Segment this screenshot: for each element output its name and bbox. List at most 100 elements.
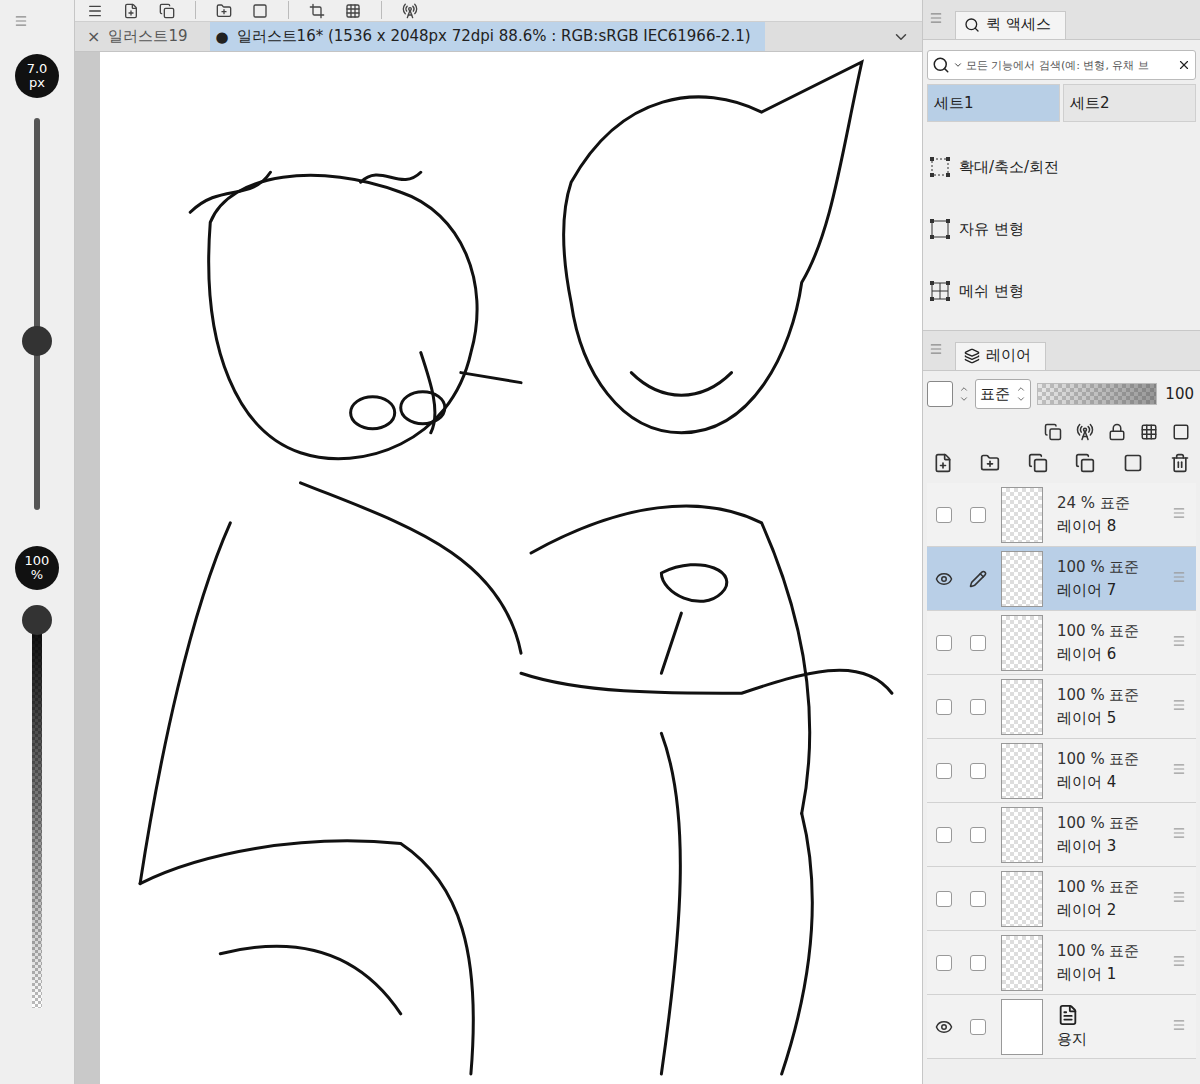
broadcast-icon[interactable] [402, 3, 418, 19]
visibility-box[interactable] [936, 507, 952, 523]
edit-box[interactable] [970, 891, 986, 907]
reference-icon[interactable] [1076, 423, 1094, 441]
layer-thumbnail [1001, 743, 1043, 799]
clip-icon[interactable] [1044, 423, 1062, 441]
merge-icon[interactable] [1075, 453, 1095, 473]
opacity-slider[interactable] [32, 608, 42, 1008]
blend-mode-select[interactable]: 표준 [975, 379, 1031, 409]
menu-icon[interactable] [14, 14, 28, 28]
chevron-down-icon[interactable] [953, 60, 963, 70]
layer-name: 레이어 6 [1057, 645, 1172, 664]
layer-row[interactable]: 용지 [927, 995, 1196, 1059]
set-tab[interactable]: 세트1 [927, 84, 1060, 122]
open-icon[interactable] [216, 3, 232, 19]
eye-icon[interactable] [935, 570, 953, 588]
trash-icon[interactable] [1170, 453, 1190, 473]
down-icon[interactable] [959, 394, 969, 404]
search-placeholder: 모든 기능에서 검색(예: 변형, 유채 브 [966, 58, 1174, 73]
visibility-box[interactable] [936, 763, 952, 779]
quick-access-tab[interactable]: 퀵 액세스 [955, 11, 1066, 39]
menu-icon[interactable] [87, 3, 103, 19]
brush-size-value[interactable]: 7.0px [15, 54, 59, 98]
layer-tab[interactable]: 레이어 [955, 342, 1046, 370]
drag-handle-icon[interactable] [1172, 762, 1186, 776]
drag-handle-icon[interactable] [1172, 1018, 1186, 1032]
document-tab[interactable]: × 일러스트19 [81, 22, 202, 51]
edit-box[interactable] [970, 507, 986, 523]
layer-row[interactable]: 100 % 표준레이어 6 [927, 611, 1196, 675]
lock-icon[interactable] [1108, 423, 1126, 441]
tab-close[interactable]: × [87, 27, 100, 46]
save-icon[interactable] [252, 3, 268, 19]
opacity-value[interactable]: 100% [15, 546, 59, 590]
drag-handle-icon[interactable] [1172, 698, 1186, 712]
drag-handle-icon[interactable] [1172, 570, 1186, 584]
layer-row[interactable]: 100 % 표준레이어 2 [927, 867, 1196, 931]
eye-icon[interactable] [935, 1018, 953, 1036]
layer-row[interactable]: 100 % 표준레이어 4 [927, 739, 1196, 803]
drag-handle-icon[interactable] [1172, 826, 1186, 840]
clear-icon[interactable] [1177, 58, 1191, 72]
canvas[interactable] [100, 52, 922, 1084]
layer-mask-icon[interactable] [1123, 453, 1143, 473]
edit-box[interactable] [970, 1019, 986, 1035]
drag-handle-icon[interactable] [1172, 890, 1186, 904]
slider-knob[interactable] [22, 605, 52, 635]
visibility-box[interactable] [936, 827, 952, 843]
mask-icon[interactable] [1172, 423, 1190, 441]
layer-name: 레이어 5 [1057, 709, 1172, 728]
lock-transparency-icon[interactable] [1140, 423, 1158, 441]
set-tabs: 세트1세트2 [923, 84, 1200, 122]
layer-opacity-value[interactable]: 100 [1163, 385, 1196, 403]
new-layer-icon[interactable] [933, 453, 953, 473]
drag-handle-icon[interactable] [1172, 634, 1186, 648]
transform-icon [929, 218, 951, 240]
crop-icon[interactable] [309, 3, 325, 19]
visibility-box[interactable] [936, 891, 952, 907]
layer-row[interactable]: 24 % 표준레이어 8 [927, 483, 1196, 547]
up-icon[interactable] [959, 384, 969, 394]
pencil-icon [969, 570, 987, 588]
layer-row[interactable]: 100 % 표준레이어 5 [927, 675, 1196, 739]
set-tab[interactable]: 세트2 [1063, 84, 1196, 122]
quick-access-item[interactable]: 자유 변형 [929, 198, 1200, 260]
tab-menu[interactable] [892, 22, 922, 51]
drag-handle-icon[interactable] [1172, 954, 1186, 968]
layer-row[interactable]: 100 % 표준레이어 3 [927, 803, 1196, 867]
grid-icon[interactable] [345, 3, 361, 19]
quick-access-item[interactable]: 메쉬 변형 [929, 260, 1200, 322]
visibility-box[interactable] [936, 635, 952, 651]
menu-icon[interactable] [929, 342, 943, 356]
layer-name: 레이어 4 [1057, 773, 1172, 792]
search-field[interactable]: 모든 기능에서 검색(예: 변형, 유채 브 [927, 50, 1196, 80]
edit-box[interactable] [970, 827, 986, 843]
quick-access-item[interactable]: 확대/축소/회전 [929, 136, 1200, 198]
edit-box[interactable] [970, 955, 986, 971]
layer-opacity-slider[interactable] [1037, 383, 1157, 405]
tab-label: 일러스트19 [108, 27, 187, 46]
layers-icon [964, 348, 980, 364]
visibility-box[interactable] [936, 699, 952, 715]
slider-knob[interactable] [22, 326, 52, 356]
copy-icon[interactable] [159, 3, 175, 19]
menu-icon[interactable] [929, 11, 943, 25]
brush-size-slider[interactable] [34, 118, 40, 510]
new-file-icon[interactable] [123, 3, 139, 19]
edit-box[interactable] [970, 763, 986, 779]
drag-handle-icon[interactable] [1172, 506, 1186, 520]
layer-row[interactable]: 100 % 표준레이어 7 [927, 547, 1196, 611]
chevron-down-icon[interactable] [892, 28, 910, 46]
layer-thumbnail [1001, 807, 1043, 863]
edit-box[interactable] [970, 635, 986, 651]
visibility-box[interactable] [936, 955, 952, 971]
edit-box[interactable] [970, 699, 986, 715]
layer-color[interactable] [927, 381, 953, 407]
new-folder-icon[interactable] [980, 453, 1000, 473]
layer-properties: 표준 100 [923, 371, 1200, 417]
layer-header: 레이어 [923, 331, 1200, 371]
layer-row[interactable]: 100 % 표준레이어 1 [927, 931, 1196, 995]
document-tab[interactable]: ●일러스트16* (1536 x 2048px 72dpi 88.6% : RG… [210, 22, 765, 51]
canvas-area [75, 52, 922, 1084]
transfer-icon[interactable] [1028, 453, 1048, 473]
separator [381, 1, 382, 19]
